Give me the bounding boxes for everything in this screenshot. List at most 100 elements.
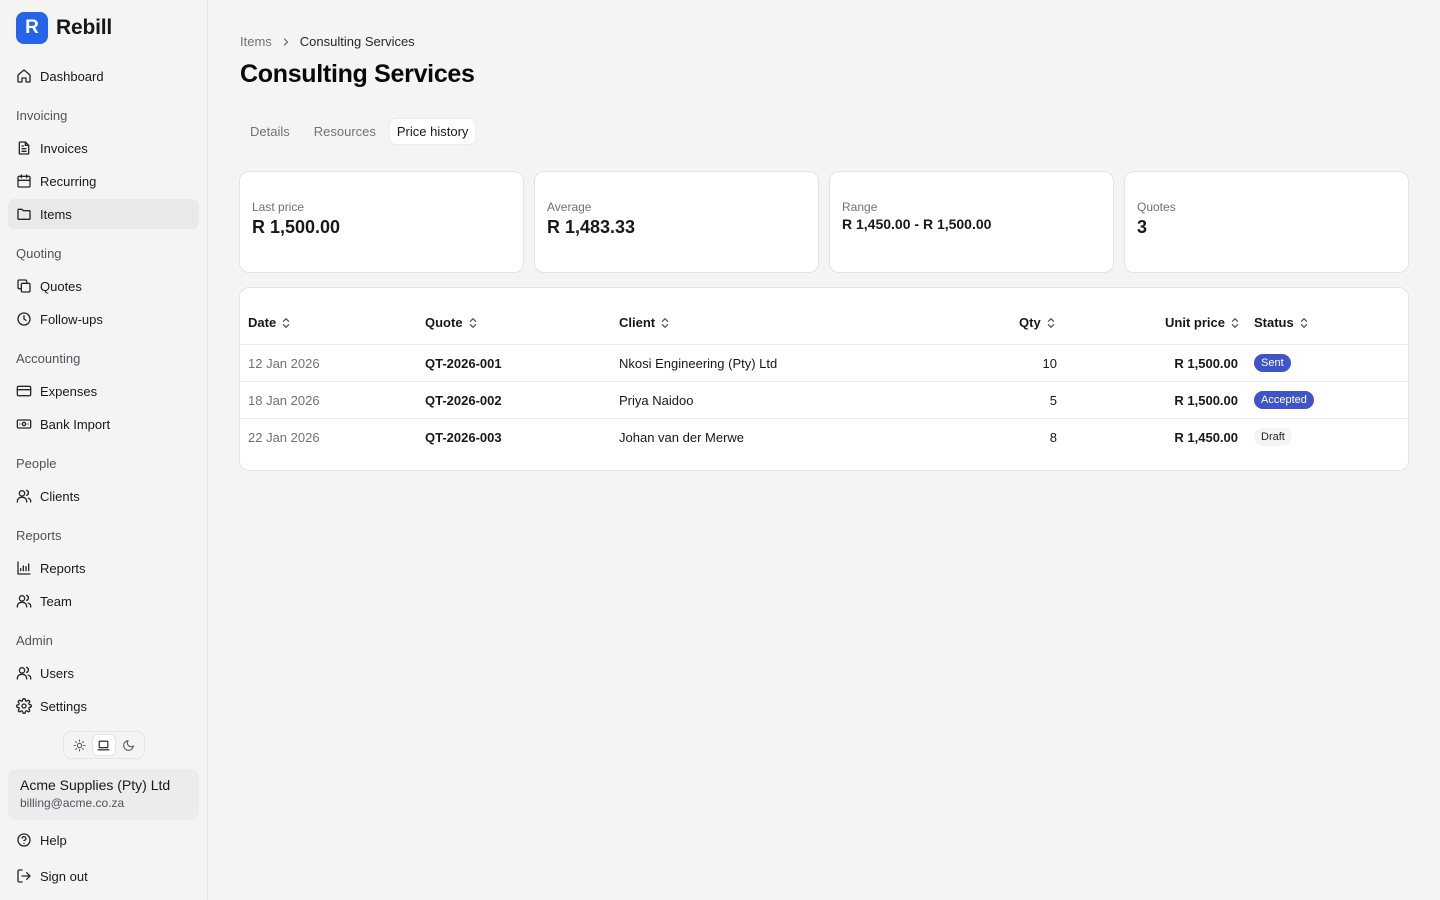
section-label-reports: Reports: [16, 528, 62, 543]
home-icon: [17, 69, 31, 83]
cell-quote: QT-2026-002: [425, 392, 502, 408]
sidebar-item-settings[interactable]: Settings: [8, 691, 199, 721]
users-icon: [16, 594, 32, 608]
sidebar-item-label: Invoices: [40, 140, 88, 156]
sort-icon: [469, 317, 476, 328]
sidebar-item-clients[interactable]: Clients: [8, 481, 199, 511]
theme-dark-button[interactable]: [118, 735, 140, 755]
clock-icon: [17, 312, 31, 326]
sun-icon: [73, 739, 86, 751]
stat-card-last-price: Last price R 1,500.00: [239, 171, 524, 273]
theme-light-button[interactable]: [68, 735, 90, 755]
org-email: billing@acme.co.za: [20, 796, 125, 810]
table-row[interactable]: 12 Jan 2026 QT-2026-001 Nkosi Engineerin…: [240, 344, 1408, 381]
sidebar-item-bank-import[interactable]: Bank Import: [8, 409, 199, 439]
users-icon: [16, 666, 32, 680]
sort-icon: [282, 317, 290, 328]
sidebar-item-invoices[interactable]: Invoices: [8, 133, 199, 163]
sign-out-button[interactable]: Sign out: [8, 861, 199, 891]
column-header-label: Status: [1254, 315, 1294, 330]
sidebar-item-label: Reports: [40, 560, 86, 576]
help-link[interactable]: Help: [8, 825, 199, 855]
tab-price-history[interactable]: Price history: [389, 119, 476, 144]
section-label-people: People: [16, 456, 57, 471]
section-label-accounting: Accounting: [16, 351, 81, 366]
table-row[interactable]: 18 Jan 2026 QT-2026-002 Priya Naidoo 5 R…: [240, 381, 1408, 418]
column-header-label: Quote: [425, 315, 463, 330]
folder-icon: [17, 208, 31, 220]
cell-date: 18 Jan 2026: [248, 392, 320, 408]
copy-icon: [17, 279, 31, 293]
sidebar-item-items[interactable]: Items: [8, 199, 199, 229]
stat-value: R 1,500.00: [252, 217, 341, 237]
org-switcher[interactable]: Acme Supplies (Pty) Ltd billing@acme.co.…: [8, 769, 199, 820]
bar-chart-icon: [17, 561, 31, 575]
stat-label: Last price: [252, 200, 305, 214]
sidebar-item-label: Follow-ups: [40, 311, 103, 327]
sidebar: R Rebill Dashboard Invoicing Invoices Re…: [0, 0, 208, 900]
theme-system-button[interactable]: [92, 735, 115, 755]
tabs: Details Resources Price history: [240, 119, 476, 144]
section-label-quoting: Quoting: [16, 246, 62, 261]
sort-icon: [1300, 317, 1307, 328]
banknote-icon: [16, 419, 32, 429]
cell-unit-price: R 1,450.00: [1174, 429, 1238, 445]
cell-date: 22 Jan 2026: [248, 429, 320, 445]
column-header-date[interactable]: Date: [248, 315, 291, 330]
column-header-label: Client: [619, 315, 656, 330]
sidebar-item-followups[interactable]: Follow-ups: [8, 304, 199, 334]
table-row[interactable]: 22 Jan 2026 QT-2026-003 Johan van der Me…: [240, 418, 1408, 455]
sidebar-item-label: Bank Import: [40, 416, 111, 432]
tab-details[interactable]: Details: [240, 119, 300, 144]
cell-client: Nkosi Engineering (Pty) Ltd: [619, 355, 778, 371]
sidebar-item-dashboard[interactable]: Dashboard: [8, 61, 199, 91]
section-label-invoicing: Invoicing: [16, 108, 68, 123]
sidebar-item-quotes[interactable]: Quotes: [8, 271, 199, 301]
brand-logo: R: [16, 12, 48, 44]
cell-client: Johan van der Merwe: [619, 429, 745, 445]
brand[interactable]: R Rebill: [16, 12, 112, 44]
sidebar-item-expenses[interactable]: Expenses: [8, 376, 199, 406]
status-badge: Accepted: [1254, 391, 1314, 409]
tab-resources[interactable]: Resources: [304, 119, 386, 144]
sidebar-item-recurring[interactable]: Recurring: [8, 166, 199, 196]
sort-icon: [1047, 317, 1054, 328]
sidebar-item-label: Items: [40, 206, 72, 222]
stat-value: R 1,450.00 - R 1,500.00: [842, 216, 992, 232]
stat-label: Quotes: [1137, 200, 1176, 214]
breadcrumb-items-link[interactable]: Items: [240, 34, 272, 49]
sign-out-label: Sign out: [40, 868, 88, 884]
section-label-admin: Admin: [16, 633, 53, 648]
chevron-right-icon: [283, 37, 288, 46]
cell-qty: 8: [1049, 429, 1057, 445]
sort-icon: [661, 317, 669, 328]
org-name: Acme Supplies (Pty) Ltd: [20, 777, 171, 793]
stat-card-quotes: Quotes 3: [1124, 171, 1409, 273]
cell-quote: QT-2026-003: [425, 429, 502, 445]
sidebar-item-label: Dashboard: [40, 68, 104, 84]
column-header-unit-price[interactable]: Unit price: [1165, 315, 1240, 330]
credit-card-icon: [16, 385, 32, 397]
cell-unit-price: R 1,500.00: [1174, 392, 1238, 408]
page-title: Consulting Services: [240, 60, 475, 88]
cell-date: 12 Jan 2026: [248, 355, 320, 371]
sidebar-item-label: Quotes: [40, 278, 82, 294]
price-history-table: Date Quote Client Qty Unit price Status …: [239, 287, 1409, 471]
sidebar-item-users[interactable]: Users: [8, 658, 199, 688]
cell-status: Draft: [1254, 419, 1292, 455]
column-header-status[interactable]: Status: [1254, 315, 1309, 330]
column-header-quote[interactable]: Quote: [425, 315, 478, 330]
log-out-icon: [17, 869, 31, 883]
sidebar-item-team[interactable]: Team: [8, 586, 199, 616]
users-icon: [16, 489, 32, 503]
stat-label: Average: [547, 200, 592, 214]
sidebar-item-label: Clients: [40, 488, 80, 504]
sort-icon: [1231, 317, 1239, 328]
column-header-client[interactable]: Client: [619, 315, 670, 330]
stat-card-range: Range R 1,450.00 - R 1,500.00: [829, 171, 1114, 273]
sidebar-item-reports[interactable]: Reports: [8, 553, 199, 583]
sidebar-item-label: Team: [40, 593, 72, 609]
cell-quote: QT-2026-001: [425, 355, 502, 371]
stat-label: Range: [842, 200, 878, 214]
column-header-qty[interactable]: Qty: [1019, 315, 1056, 330]
